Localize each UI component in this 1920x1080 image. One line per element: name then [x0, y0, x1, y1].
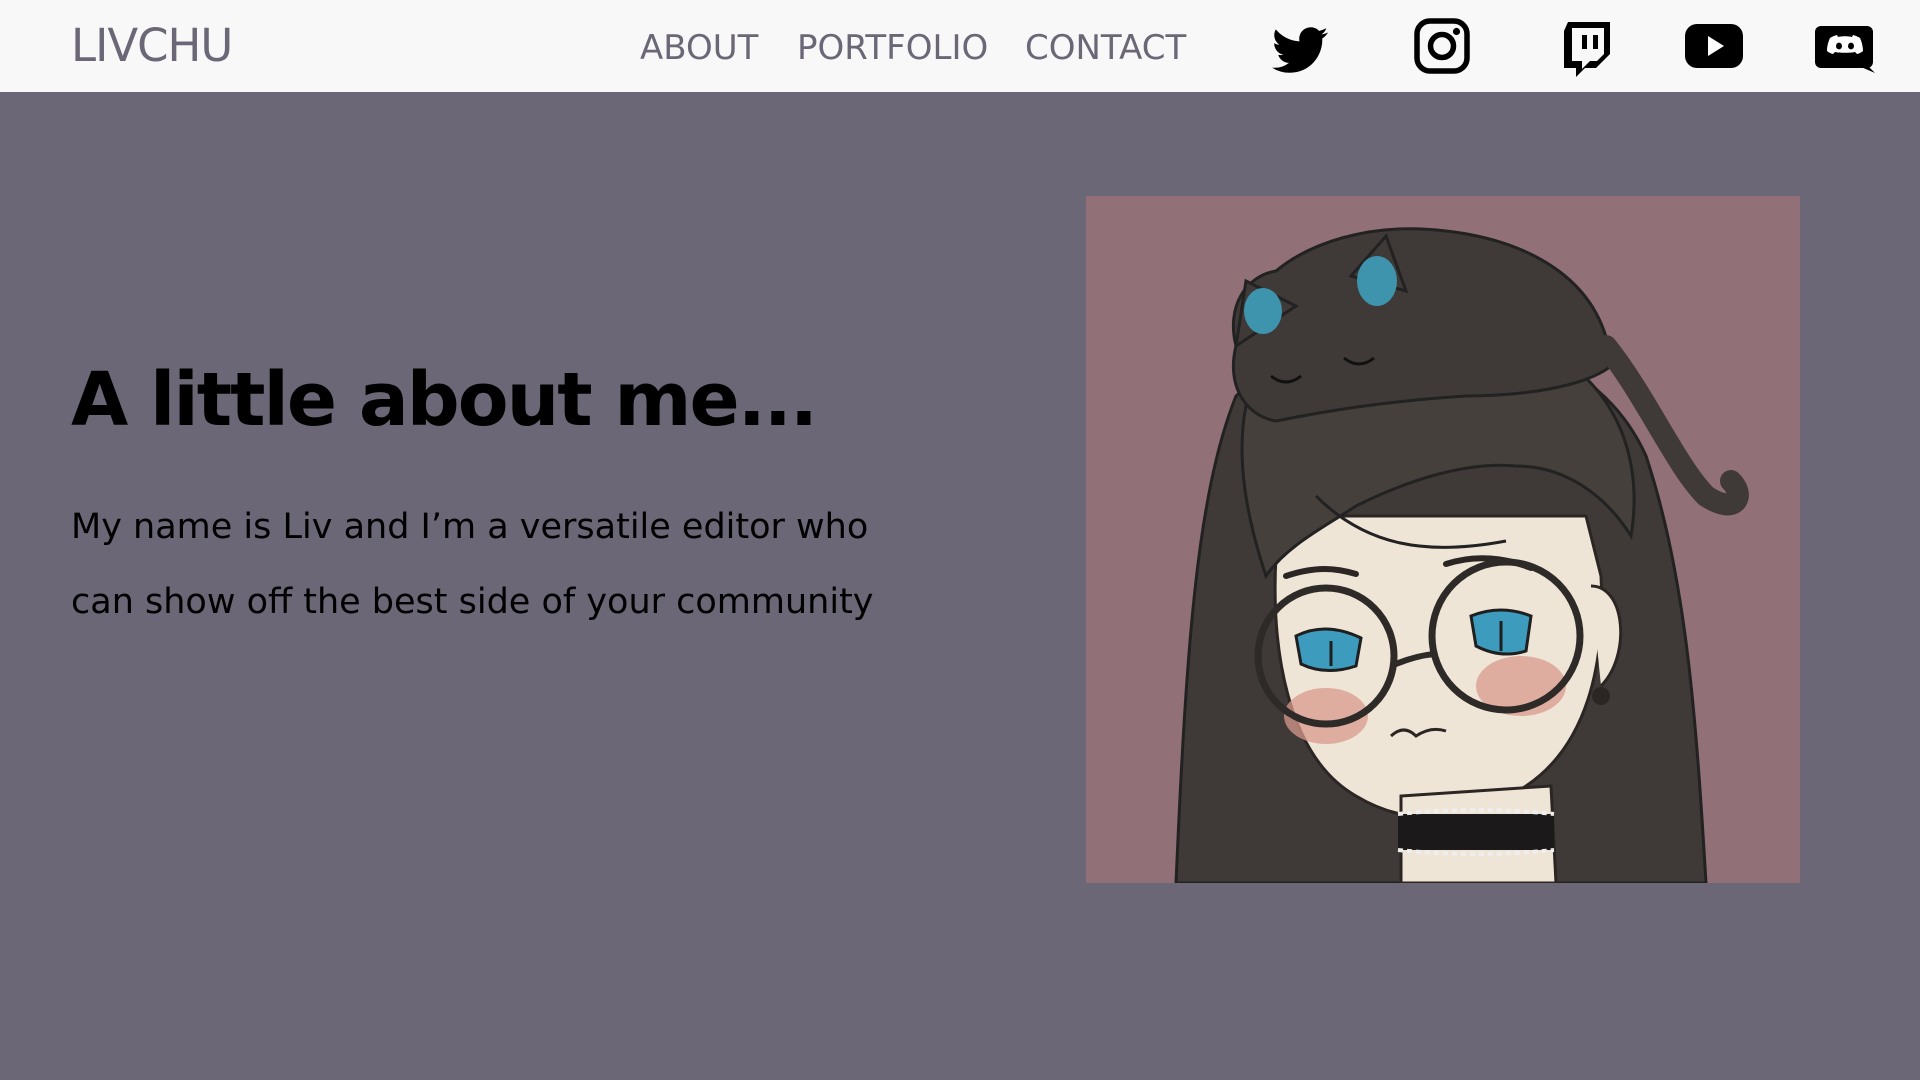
twitch-icon[interactable]: [1560, 20, 1612, 80]
about-description: My name is Liv and I’m a versatile edito…: [71, 507, 874, 622]
nav-link-portfolio[interactable]: PORTFOLIO: [797, 28, 988, 68]
instagram-icon[interactable]: [1413, 17, 1471, 75]
discord-icon[interactable]: [1814, 24, 1876, 74]
about-heading: A little about me...: [71, 357, 818, 443]
twitter-icon[interactable]: [1272, 22, 1328, 78]
top-navbar: LIVCHU ABOUT PORTFOLIO CONTACT: [0, 0, 1920, 92]
nav-link-contact[interactable]: CONTACT: [1025, 28, 1186, 68]
youtube-icon[interactable]: [1684, 23, 1744, 69]
brand-logo[interactable]: LIVCHU: [71, 18, 233, 74]
nav-link-about[interactable]: ABOUT: [640, 28, 758, 68]
avatar-illustration: [1086, 196, 1800, 883]
